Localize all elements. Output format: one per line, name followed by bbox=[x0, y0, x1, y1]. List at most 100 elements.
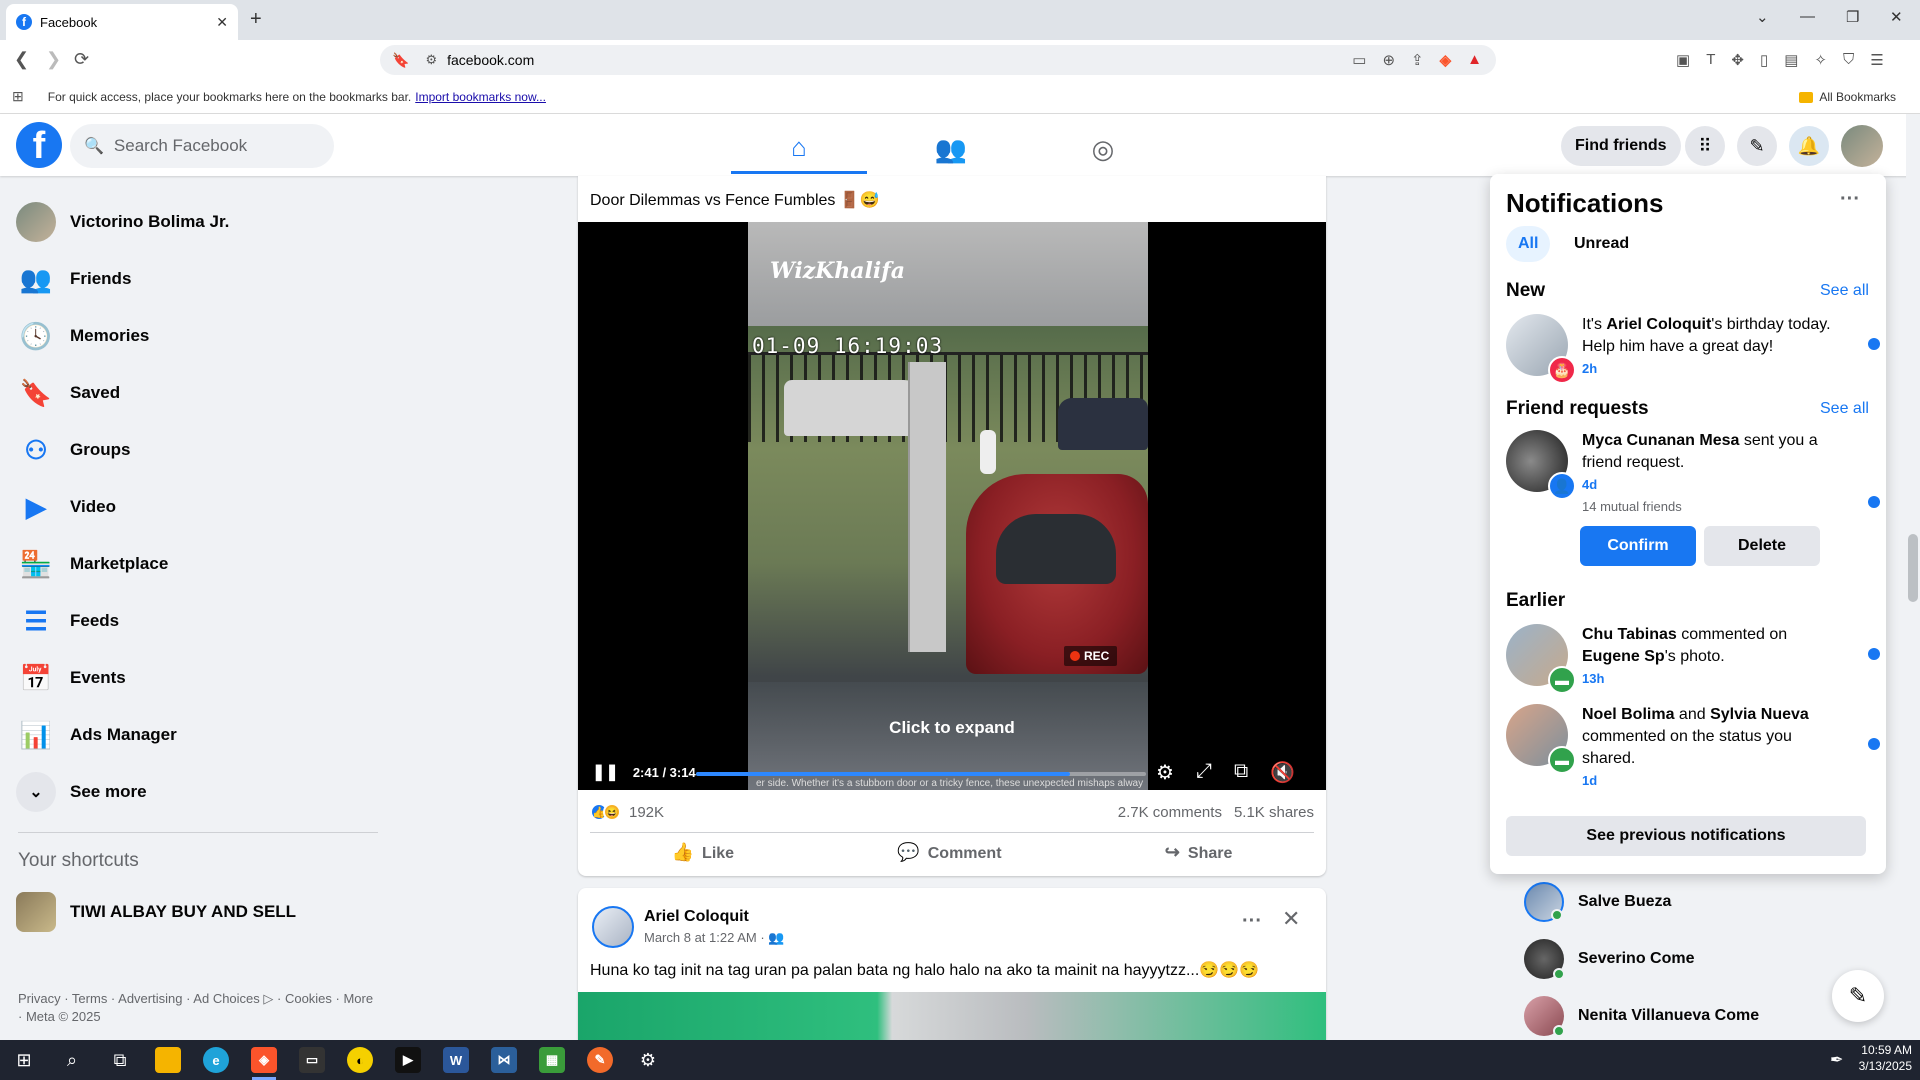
browser-tab[interactable]: f Facebook ✕ bbox=[6, 4, 238, 40]
sidebar-item-events[interactable]: 📅 Events bbox=[16, 652, 376, 704]
menu-grid-button[interactable]: ⠿ bbox=[1685, 126, 1725, 166]
zoom-icon[interactable]: ⊕ bbox=[1382, 51, 1395, 69]
sidebar-profile[interactable]: Victorino Bolima Jr. bbox=[16, 196, 376, 248]
edge-button[interactable]: e bbox=[192, 1040, 240, 1080]
contact-item[interactable]: Salve Bueza bbox=[1524, 876, 1671, 928]
sidebar-toggle-icon[interactable]: ▯ bbox=[1760, 51, 1768, 69]
brave-button[interactable]: ◈ bbox=[240, 1040, 288, 1080]
start-button[interactable]: ⊞ bbox=[0, 1040, 48, 1080]
cast-icon[interactable]: ▭ bbox=[1352, 51, 1366, 69]
file-explorer-button[interactable] bbox=[144, 1040, 192, 1080]
extension-icon[interactable]: ▣ bbox=[1676, 51, 1690, 69]
app-button[interactable]: ▦ bbox=[528, 1040, 576, 1080]
see-all-new-link[interactable]: See all bbox=[1820, 282, 1869, 300]
sidebar-see-more[interactable]: ⌄ See more bbox=[16, 766, 376, 818]
account-avatar[interactable] bbox=[1841, 125, 1883, 167]
minimize-icon[interactable]: — bbox=[1800, 8, 1815, 25]
sidebar-item-marketplace[interactable]: 🏪 Marketplace bbox=[16, 538, 376, 590]
close-window-icon[interactable]: ✕ bbox=[1890, 8, 1903, 26]
scrollbar-thumb[interactable] bbox=[1908, 534, 1918, 602]
delete-button[interactable]: Delete bbox=[1704, 526, 1820, 566]
post-author[interactable]: Ariel Coloquit bbox=[644, 908, 749, 926]
author-avatar[interactable] bbox=[592, 906, 634, 948]
messenger-button[interactable]: ✎ bbox=[1737, 126, 1777, 166]
new-message-button[interactable]: ✎ bbox=[1832, 970, 1884, 1022]
groups-tab[interactable]: ◎ bbox=[1035, 124, 1171, 174]
footer-links[interactable]: Privacy · Terms · Advertising · Ad Choic… bbox=[18, 990, 378, 1026]
settings-button[interactable]: ⚙ bbox=[624, 1040, 672, 1080]
extensions-puzzle-icon[interactable]: ✥ bbox=[1731, 51, 1744, 69]
shortcut-item[interactable]: TIWI ALBAY BUY AND SELL bbox=[16, 886, 376, 938]
filter-all-tab[interactable]: All bbox=[1506, 226, 1551, 262]
brave-shields-icon[interactable]: ◈ bbox=[1440, 51, 1452, 69]
app-button[interactable]: ⋈ bbox=[480, 1040, 528, 1080]
task-view-button[interactable]: ⧉ bbox=[96, 1040, 144, 1080]
menu-icon[interactable]: ☰ bbox=[1870, 51, 1883, 69]
pause-icon[interactable]: ❚❚ bbox=[592, 762, 619, 782]
site-info-icon[interactable]: ⚙ bbox=[425, 52, 437, 68]
mute-icon[interactable]: 🔇 bbox=[1270, 760, 1295, 785]
video-seek-bar[interactable] bbox=[696, 772, 1146, 776]
vpn-icon[interactable]: ⛉ bbox=[1843, 51, 1854, 69]
share-count[interactable]: 5.1K shares bbox=[1234, 804, 1314, 821]
friends-tab[interactable]: 👥 bbox=[883, 124, 1019, 174]
close-tab-icon[interactable]: ✕ bbox=[216, 14, 228, 31]
share-page-icon[interactable]: ⇪ bbox=[1411, 51, 1424, 69]
facebook-logo[interactable]: f bbox=[16, 122, 62, 168]
search-button[interactable]: ⌕ bbox=[48, 1040, 96, 1080]
restore-icon[interactable]: ❐ bbox=[1846, 8, 1859, 26]
sidebar-item-feeds[interactable]: ☰ Feeds bbox=[16, 595, 376, 647]
word-button[interactable]: W bbox=[432, 1040, 480, 1080]
home-tab[interactable]: ⌂ bbox=[731, 124, 867, 174]
share-button[interactable]: ↪ Share bbox=[1165, 842, 1233, 863]
confirm-button[interactable]: Confirm bbox=[1580, 526, 1696, 566]
filter-unread-tab[interactable]: Unread bbox=[1562, 226, 1641, 262]
forward-icon[interactable]: ❯ bbox=[46, 49, 61, 70]
notification-comment[interactable]: ▬ Noel Bolima and Sylvia Nueva commented… bbox=[1506, 704, 1880, 794]
all-bookmarks-button[interactable]: All Bookmarks bbox=[1799, 90, 1920, 104]
comment-button[interactable]: 💬 Comment bbox=[897, 842, 1001, 863]
app-button[interactable]: ✎ bbox=[576, 1040, 624, 1080]
hide-post-close-icon[interactable]: ✕ bbox=[1282, 906, 1300, 932]
see-previous-notifications-button[interactable]: See previous notifications bbox=[1506, 816, 1866, 856]
reaction-count[interactable]: 192K bbox=[629, 804, 664, 821]
find-friends-button[interactable]: Find friends bbox=[1561, 126, 1681, 166]
notifications-button[interactable]: 🔔 bbox=[1789, 126, 1829, 166]
system-clock[interactable]: 10:59 AM 3/13/2025 bbox=[1856, 1042, 1912, 1074]
back-icon[interactable]: ❮ bbox=[14, 49, 29, 70]
leo-ai-icon[interactable]: ✧ bbox=[1814, 51, 1827, 69]
reload-icon[interactable]: ⟳ bbox=[74, 49, 89, 70]
brave-rewards-icon[interactable]: ▲ bbox=[1467, 51, 1482, 69]
comment-count[interactable]: 2.7K comments bbox=[1118, 804, 1222, 821]
click-to-expand[interactable]: Click to expand bbox=[578, 718, 1326, 738]
reaction-icons[interactable]: 👍 😆 bbox=[590, 803, 621, 821]
like-button[interactable]: 👍 Like bbox=[672, 842, 734, 863]
contact-item[interactable]: Nenita Villanueva Come bbox=[1524, 990, 1759, 1042]
app-button[interactable]: ▶ bbox=[384, 1040, 432, 1080]
apps-grid-icon[interactable]: ⊞ bbox=[12, 88, 24, 105]
address-bar[interactable]: 🔖 ⚙ facebook.com ▭ ⊕ ⇪ ◈ ▲ bbox=[380, 45, 1496, 75]
sidebar-item-groups[interactable]: ⚇ Groups bbox=[16, 424, 376, 476]
import-bookmarks-link[interactable]: Import bookmarks now... bbox=[415, 90, 546, 104]
new-tab-icon[interactable]: + bbox=[250, 8, 262, 31]
pen-icon[interactable]: ✒ bbox=[1830, 1050, 1843, 1070]
see-all-requests-link[interactable]: See all bbox=[1820, 400, 1869, 418]
contact-item[interactable]: Severino Come bbox=[1524, 933, 1694, 985]
translate-icon[interactable]: T bbox=[1706, 51, 1715, 69]
tab-search-chevron-icon[interactable]: ⌄ bbox=[1756, 8, 1769, 26]
app-button[interactable]: ◐ bbox=[336, 1040, 384, 1080]
app-button[interactable]: ▭ bbox=[288, 1040, 336, 1080]
notification-birthday[interactable]: 🎂 It's Ariel Coloquit's birthday today. … bbox=[1506, 314, 1880, 384]
settings-gear-icon[interactable]: ⚙ bbox=[1156, 760, 1174, 785]
sidebar-item-video[interactable]: ▶ Video bbox=[16, 481, 376, 533]
sidebar-item-saved[interactable]: 🔖 Saved bbox=[16, 367, 376, 419]
page-scrollbar[interactable] bbox=[1906, 114, 1920, 1040]
picture-in-picture-icon[interactable]: ⧉ bbox=[1234, 760, 1248, 785]
wallet-icon[interactable]: ▤ bbox=[1784, 51, 1798, 69]
search-input[interactable]: 🔍 Search Facebook bbox=[70, 124, 334, 168]
notification-comment[interactable]: ▬ Chu Tabinas commented on Eugene Sp's p… bbox=[1506, 624, 1880, 694]
sidebar-item-ads-manager[interactable]: 📊 Ads Manager bbox=[16, 709, 376, 761]
notification-options-icon[interactable]: ··· bbox=[1840, 188, 1860, 211]
video-player[interactable]: WizKhalifa 01-09 16:19:03 REC Click to e… bbox=[578, 222, 1326, 790]
sidebar-item-friends[interactable]: 👥 Friends bbox=[16, 253, 376, 305]
